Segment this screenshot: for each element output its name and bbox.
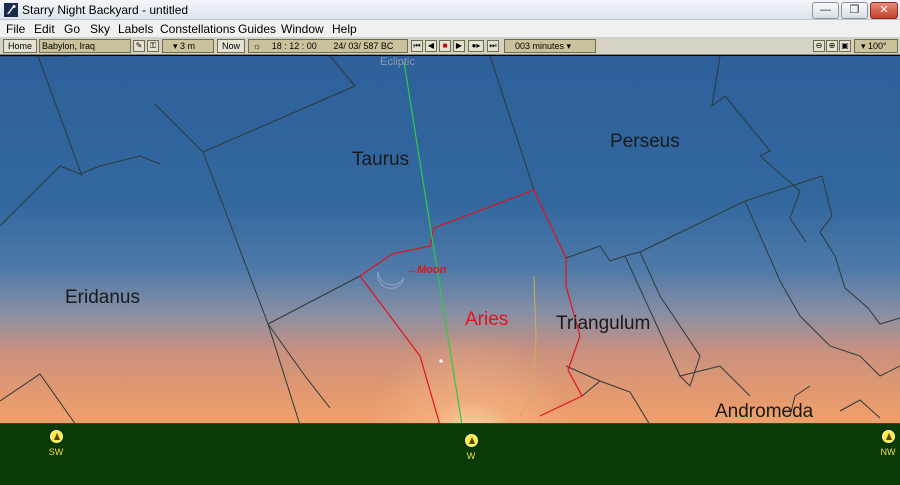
constellation-label-taurus[interactable]: Taurus	[352, 149, 409, 171]
boundary-line	[329, 56, 356, 87]
menu-edit[interactable]: Edit	[34, 22, 55, 36]
play-backward-icon[interactable]: ◀	[425, 40, 437, 52]
zoom-in-icon[interactable]: ⊕	[826, 40, 838, 52]
ecliptic-label: Ecliptic	[380, 56, 415, 68]
moon-label-text: Moon	[417, 264, 447, 276]
maximize-button[interactable]: ❐	[841, 2, 868, 19]
constellation-label-aries[interactable]: Aries	[465, 309, 508, 331]
compass-icon	[49, 430, 63, 443]
minimize-button[interactable]: —	[812, 2, 839, 19]
boundary-line	[154, 85, 356, 153]
sun-icon: ☼	[253, 41, 262, 51]
constellation-boundaries	[0, 56, 900, 425]
zoom-fit-icon[interactable]: ▣	[839, 40, 851, 52]
menu-sky[interactable]: Sky	[90, 22, 110, 36]
compass-marker-nw[interactable]: NW	[873, 430, 900, 457]
date-value[interactable]: 24/ 03/ 587 BC	[333, 41, 393, 51]
time-value[interactable]: 18 : 12 : 00	[272, 41, 317, 51]
moon-label[interactable]: →Moon	[406, 264, 446, 276]
zoom-out-icon[interactable]: ⊖	[813, 40, 825, 52]
menu-labels[interactable]: Labels	[118, 22, 153, 36]
aries-boundary	[359, 275, 441, 425]
play-forward-icon[interactable]: ▶	[453, 40, 465, 52]
menu-go[interactable]: Go	[64, 22, 80, 36]
boundary-line	[267, 275, 361, 325]
compass-label: SW	[48, 447, 64, 457]
boundary-line	[711, 56, 807, 243]
menu-constellations[interactable]: Constellations	[160, 22, 235, 36]
menu-guides[interactable]: Guides	[238, 22, 276, 36]
menu-help[interactable]: Help	[332, 22, 357, 36]
boundary-line	[565, 200, 801, 317]
boundary-line	[267, 323, 331, 409]
boundary-line	[37, 56, 83, 177]
compass-marker-sw[interactable]: SW	[41, 430, 71, 457]
fast-forward-icon[interactable]: ●▸	[468, 40, 484, 52]
elevation-field[interactable]: ▾ 3 m	[162, 39, 214, 53]
boundary-line	[0, 373, 77, 425]
boundary-line	[267, 323, 301, 425]
moon-crescent[interactable]	[377, 271, 405, 289]
menu-window[interactable]: Window	[281, 22, 324, 36]
window-title: Starry Night Backyard - untitled	[22, 3, 189, 17]
compass-icon	[881, 430, 895, 443]
aries-boundary	[359, 189, 583, 417]
boundary-line	[565, 365, 651, 425]
stop-icon[interactable]: ■	[439, 40, 451, 52]
lock-icon[interactable]: ⚿	[147, 40, 159, 52]
constellation-label-eridanus[interactable]: Eridanus	[65, 287, 140, 309]
field-of-view-dropdown[interactable]: ▾ 100°	[854, 39, 898, 53]
sky-view[interactable]: Ecliptic →Moon Taurus Perseus Eridanus A…	[0, 56, 900, 425]
menu-bar: File Edit Go Sky Labels Constellations G…	[0, 20, 900, 38]
constellation-label-triangulum[interactable]: Triangulum	[556, 313, 650, 335]
title-bar: Starry Night Backyard - untitled — ❐ ✕	[0, 0, 900, 20]
boundary-line	[489, 56, 535, 191]
boundary-line	[0, 155, 161, 227]
starry-night-app-icon	[4, 3, 18, 17]
boundary-line	[799, 315, 900, 377]
time-step-dropdown[interactable]: 003 minutes ▾	[504, 39, 596, 53]
compass-marker-w[interactable]: W	[456, 434, 486, 461]
constellation-label-perseus[interactable]: Perseus	[610, 131, 680, 153]
ecliptic-line	[403, 61, 463, 425]
compass-label: NW	[880, 447, 896, 457]
close-button[interactable]: ✕	[870, 2, 898, 19]
toolbar: Home Babylon, Iraq ✎ ⚿ ▾ 3 m Now ☼ 18 : …	[0, 38, 900, 55]
star[interactable]	[439, 359, 443, 363]
boundary-line	[581, 380, 601, 397]
home-button[interactable]: Home	[3, 39, 37, 53]
date-time-field[interactable]: ☼ 18 : 12 : 00 24/ 03/ 587 BC	[248, 39, 408, 53]
now-button[interactable]: Now	[217, 39, 245, 53]
compass-icon	[464, 434, 478, 447]
constellation-stick-line	[519, 275, 537, 417]
step-backward-icon[interactable]: ⏮	[411, 40, 423, 52]
constellation-label-andromeda[interactable]: Andromeda	[715, 401, 813, 423]
menu-file[interactable]: File	[6, 22, 25, 36]
boundary-line	[202, 151, 269, 325]
location-field[interactable]: Babylon, Iraq	[39, 39, 131, 53]
boundary-line	[744, 175, 900, 325]
edit-location-icon[interactable]: ✎	[133, 40, 145, 52]
compass-label: W	[466, 451, 476, 461]
boundary-line	[839, 399, 881, 419]
step-forward-icon[interactable]: ⏭	[487, 40, 499, 52]
horizon-ground: SW W NW	[0, 423, 900, 485]
